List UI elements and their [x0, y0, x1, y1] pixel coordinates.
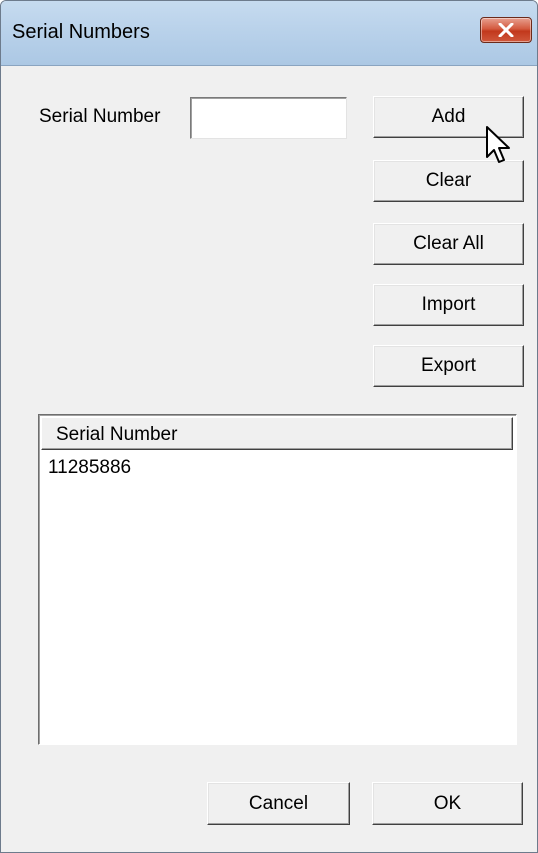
- export-button[interactable]: Export: [373, 345, 524, 387]
- list-item[interactable]: 11285886: [48, 457, 131, 479]
- serial-number-list[interactable]: Serial Number 11285886: [38, 414, 517, 745]
- serial-number-input[interactable]: [190, 97, 347, 139]
- clear-all-button[interactable]: Clear All: [373, 223, 524, 265]
- serial-number-label: Serial Number: [39, 106, 161, 127]
- window-title: Serial Numbers: [12, 21, 150, 43]
- ok-button[interactable]: OK: [372, 782, 523, 825]
- mouse-pointer-icon: [486, 126, 510, 163]
- column-header-label: Serial Number: [56, 424, 178, 445]
- serial-numbers-dialog: Serial Numbers Serial Number Add Clear C…: [0, 0, 538, 853]
- dialog-client-area: Serial Number Add Clear Clear All Import…: [10, 66, 528, 845]
- close-icon: [498, 23, 514, 37]
- title-bar[interactable]: Serial Numbers: [1, 1, 537, 66]
- column-header-serial-number[interactable]: Serial Number: [41, 417, 513, 450]
- close-button[interactable]: [480, 17, 532, 43]
- cancel-button[interactable]: Cancel: [207, 782, 350, 825]
- import-button[interactable]: Import: [373, 284, 524, 326]
